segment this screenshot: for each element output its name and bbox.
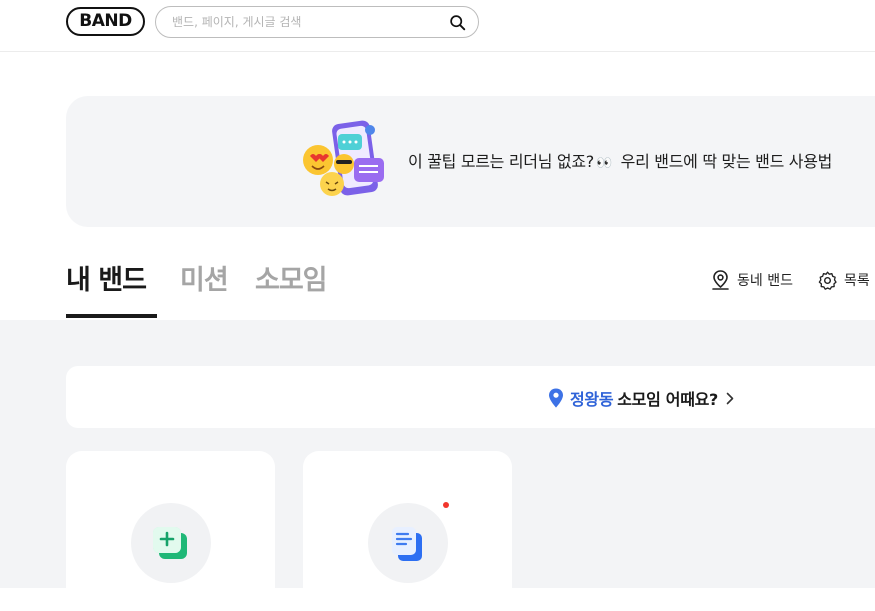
suggestion-text: 소모임 어때요? — [617, 390, 719, 409]
chevron-right-icon — [726, 392, 734, 404]
list-settings-button[interactable]: 목록 — [817, 267, 870, 293]
search-icon[interactable] — [449, 14, 466, 31]
gear-icon — [818, 271, 837, 290]
band-logo[interactable]: BAND — [66, 7, 145, 36]
search-input[interactable] — [172, 7, 442, 37]
tab-my-band[interactable]: 내 밴드 — [66, 258, 147, 297]
document-icon — [392, 527, 422, 561]
banner-text-main: 이 꿀팁 모르는 리더님 없죠? — [408, 152, 594, 171]
neighborhood-band-button[interactable]: 동네 밴드 — [710, 267, 793, 293]
card-icon-circle — [131, 503, 211, 583]
list-label: 목록 — [844, 273, 870, 289]
new-indicator-dot — [443, 502, 449, 508]
document-card[interactable] — [303, 451, 512, 611]
banner-text-after: 우리 밴드에 딱 맞는 밴드 사용법 — [620, 152, 833, 171]
suggestion-content: 정왕동 소모임 어때요? — [548, 386, 734, 410]
tab-gathering[interactable]: 소모임 — [255, 258, 328, 297]
search-bar — [155, 6, 479, 38]
tab-mission[interactable]: 미션 — [180, 258, 229, 297]
tip-banner[interactable]: 이 꿀팁 모르는 리더님 없죠? 👀 우리 밴드에 딱 맞는 밴드 사용법 — [66, 96, 875, 227]
active-tab-indicator — [66, 314, 157, 318]
card-icon-circle — [368, 503, 448, 583]
phone-emoji-illustration — [303, 120, 384, 196]
suggestion-place: 정왕동 — [570, 390, 614, 409]
gathering-suggestion[interactable]: 정왕동 소모임 어때요? — [66, 366, 875, 428]
create-band-icon — [153, 527, 187, 559]
neighborhood-band-label: 동네 밴드 — [737, 273, 793, 289]
banner-text: 이 꿀팁 모르는 리더님 없죠? 👀 우리 밴드에 딱 맞는 밴드 사용법 — [408, 148, 832, 172]
top-header: BAND — [0, 0, 875, 52]
location-pin-icon — [549, 388, 563, 408]
map-pin-icon — [712, 270, 729, 290]
create-band-card[interactable] — [66, 451, 275, 611]
eyes-emoji: 👀 — [595, 156, 612, 171]
